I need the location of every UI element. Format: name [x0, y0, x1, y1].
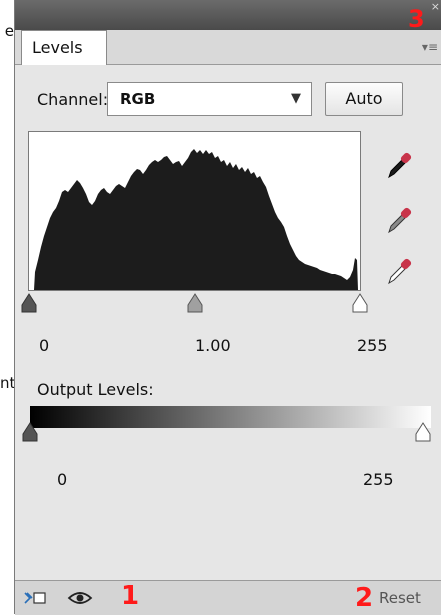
- input-gamma-handle[interactable]: [187, 293, 203, 313]
- clip-to-layer-icon[interactable]: [23, 590, 47, 606]
- input-gamma-value[interactable]: 1.00: [195, 336, 231, 355]
- panel-footer: Reset: [15, 580, 441, 615]
- auto-button[interactable]: Auto: [325, 82, 403, 116]
- output-white-handle[interactable]: [415, 422, 431, 442]
- channel-label: Channel:: [37, 90, 109, 109]
- input-black-value[interactable]: 0: [39, 336, 49, 355]
- levels-panel: × 3 Levels ▾≡ Channel: RGB ▼ Auto 0 1.00…: [14, 0, 441, 615]
- tab-levels[interactable]: Levels: [21, 30, 107, 65]
- eye-icon[interactable]: [67, 590, 93, 606]
- input-white-handle[interactable]: [352, 293, 368, 313]
- tab-bar: Levels ▾≡: [15, 30, 441, 65]
- panel-titlebar[interactable]: ×: [15, 0, 441, 30]
- histogram-graph: [34, 149, 358, 290]
- output-levels-label: Output Levels:: [37, 380, 154, 399]
- annotation-number-3: 3: [408, 5, 425, 33]
- input-black-handle[interactable]: [21, 293, 37, 313]
- close-icon[interactable]: ×: [431, 1, 440, 12]
- input-levels-slider[interactable]: [21, 293, 368, 313]
- background-text-fragment: e: [4, 22, 14, 40]
- gray-point-eyedropper-icon[interactable]: [385, 205, 415, 235]
- input-white-value[interactable]: 255: [357, 336, 388, 355]
- panel-menu-icon[interactable]: ▾≡: [422, 40, 438, 54]
- histogram: [28, 131, 361, 291]
- annotation-number-2: 2: [355, 583, 374, 613]
- annotation-number-1: 1: [121, 581, 140, 611]
- channel-dropdown[interactable]: RGB ▼: [107, 82, 312, 116]
- black-point-eyedropper-icon[interactable]: [385, 150, 415, 180]
- output-black-handle[interactable]: [22, 422, 38, 442]
- reset-button[interactable]: Reset: [379, 589, 421, 607]
- channel-value: RGB: [120, 90, 156, 108]
- chevron-down-icon: ▼: [291, 91, 301, 106]
- output-levels-slider[interactable]: [22, 422, 431, 442]
- background-text-fragment: nt: [0, 374, 16, 392]
- white-point-eyedropper-icon[interactable]: [385, 256, 415, 286]
- histogram-shape: [34, 149, 358, 290]
- output-black-value[interactable]: 0: [57, 470, 67, 489]
- output-white-value[interactable]: 255: [363, 470, 394, 489]
